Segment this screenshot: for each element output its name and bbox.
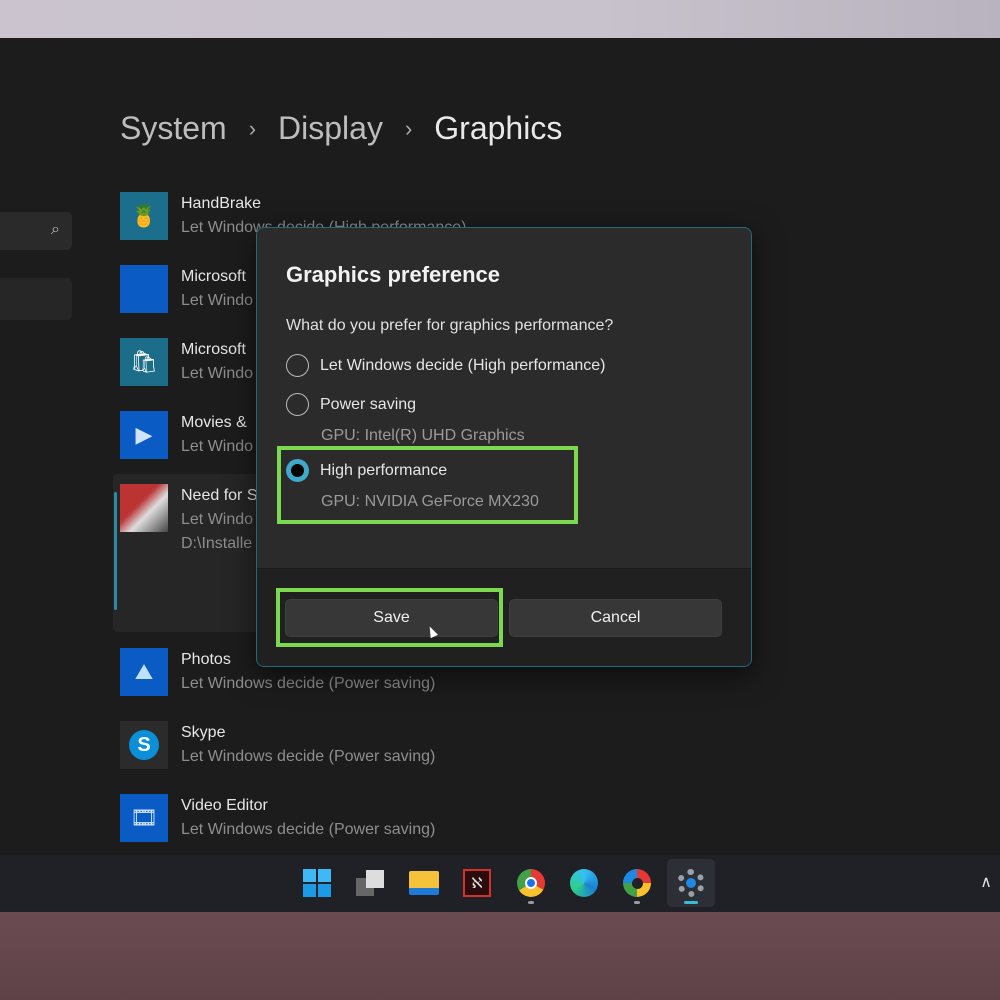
settings-search-input[interactable]: ⌕ xyxy=(0,212,72,250)
selection-accent-bar xyxy=(114,492,117,610)
desktop-bottom xyxy=(0,912,1000,1000)
handbrake-icon: 🍍 xyxy=(120,192,168,240)
cancel-button[interactable]: Cancel xyxy=(509,599,722,637)
taskbar: ℵ ∧ xyxy=(0,855,1000,912)
chrome-canary-icon[interactable] xyxy=(613,859,661,907)
app-pref: Let Windo xyxy=(181,292,254,309)
video-editor-icon: 🎞 xyxy=(120,794,168,842)
breadcrumb-display[interactable]: Display xyxy=(278,110,383,147)
app-name: Need for S xyxy=(181,487,258,504)
photos-icon: ⛰ xyxy=(120,648,168,696)
breadcrumb: System › Display › Graphics xyxy=(120,110,562,147)
desktop-top xyxy=(0,0,1000,38)
option-label: Let Windows decide (High performance) xyxy=(320,356,606,374)
chrome-icon[interactable] xyxy=(507,859,555,907)
skype-icon: S xyxy=(120,721,168,769)
need-for-speed-icon xyxy=(120,484,168,532)
sidebar-item[interactable] xyxy=(0,278,72,320)
app-pref: Let Windo xyxy=(181,511,254,528)
microsoft-store-icon: 🛍 xyxy=(120,338,168,386)
app-name: Video Editor xyxy=(181,797,268,814)
option-let-windows-decide[interactable]: Let Windows decide (High performance) xyxy=(286,354,605,377)
microsoft-app-icon xyxy=(120,265,168,313)
option-label: Power saving xyxy=(320,395,417,413)
radio-button[interactable] xyxy=(286,354,309,377)
dialog-question: What do you prefer for graphics performa… xyxy=(286,317,614,334)
adobe-acrobat-icon[interactable]: ℵ xyxy=(453,859,501,907)
radio-button[interactable] xyxy=(286,393,309,416)
app-name: HandBrake xyxy=(181,195,262,212)
task-view-icon[interactable] xyxy=(347,859,395,907)
file-explorer-icon[interactable] xyxy=(400,859,448,907)
app-pref: Let Windows decide (Power saving) xyxy=(181,821,436,838)
settings-icon[interactable] xyxy=(667,859,715,907)
app-name: Microsoft xyxy=(181,268,246,285)
movies-tv-icon: ▶ xyxy=(120,411,168,459)
app-pref: Let Windo xyxy=(181,438,254,455)
edge-icon[interactable] xyxy=(560,859,608,907)
start-icon[interactable] xyxy=(293,859,341,907)
app-row-video-editor[interactable]: 🎞 Video Editor Let Windows decide (Power… xyxy=(120,794,720,854)
dialog-title: Graphics preference xyxy=(286,262,500,287)
search-icon: ⌕ xyxy=(51,221,60,238)
breadcrumb-graphics: Graphics xyxy=(434,110,563,146)
app-name: Skype xyxy=(181,724,226,741)
app-name: Photos xyxy=(181,651,231,668)
app-pref: Let Windo xyxy=(181,365,254,382)
app-row-skype[interactable]: S Skype Let Windows decide (Power saving… xyxy=(120,721,720,781)
chevron-right-icon: › xyxy=(404,115,413,141)
app-name: Movies & xyxy=(181,414,247,431)
app-pref: Let Windows decide (Power saving) xyxy=(181,748,436,765)
chevron-up-icon[interactable]: ∧ xyxy=(980,872,992,892)
breadcrumb-system[interactable]: System xyxy=(120,110,227,147)
app-name: Microsoft xyxy=(181,341,246,358)
app-pref: Let Windows decide (Power saving) xyxy=(181,675,436,692)
highlight-box-save xyxy=(276,588,503,647)
chevron-right-icon: › xyxy=(248,115,257,141)
app-path: D:\Installe xyxy=(181,535,253,552)
option-power-saving[interactable]: Power saving xyxy=(286,393,416,416)
gpu-label-power-saving: GPU: Intel(R) UHD Graphics xyxy=(321,427,525,444)
highlight-box-high-performance xyxy=(277,446,578,524)
